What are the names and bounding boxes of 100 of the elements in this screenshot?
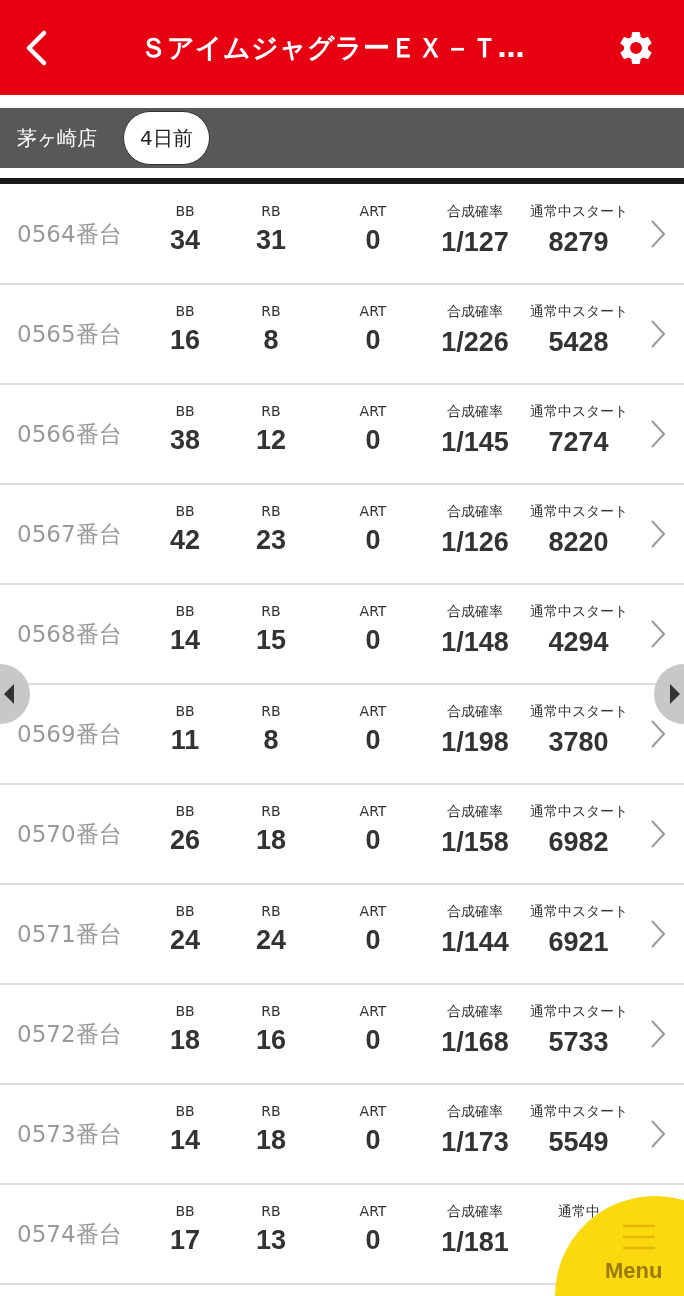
machine-number: 0573番台 <box>16 1119 123 1149</box>
stat-label: BB <box>175 1203 195 1219</box>
stat-value: 0 <box>365 825 381 856</box>
stat-value: 18 <box>255 825 286 856</box>
stat-label: ART <box>359 903 387 919</box>
stat-value: 12 <box>255 425 286 456</box>
machine-number: 0566番台 <box>16 419 123 449</box>
stat-value: 1/144 <box>441 927 509 958</box>
stat-label: ART <box>359 303 387 319</box>
stat-value: 13 <box>255 1225 286 1256</box>
stat-label: 通常中スタート <box>529 703 628 721</box>
stat-value: 0 <box>365 225 381 256</box>
machine-number: 0570番台 <box>16 819 123 849</box>
menu-icon <box>622 1224 656 1250</box>
stat-label: 合成確率 <box>447 1003 503 1021</box>
stat-value: 11 <box>170 725 200 756</box>
stat-label: RB <box>261 1103 281 1119</box>
machine-row[interactable]: 0567番台 BB 42 RB 23 ART 0 合成確率 1/126 通常中スタート 8220 <box>0 485 684 585</box>
stat-label: 通常中 <box>557 1203 600 1221</box>
machine-number: 0568番台 <box>16 619 123 649</box>
stat-label: 合成確率 <box>447 603 503 621</box>
stat-value: 0 <box>365 625 381 656</box>
stat-value: 23 <box>255 525 286 556</box>
machine-row[interactable]: 0571番台 BB 24 RB 24 ART 0 合成確率 1/144 通常中スタート 6921 <box>0 885 684 985</box>
stat-value: 18 <box>255 1125 286 1156</box>
stat-label: 通常中スタート <box>529 603 628 621</box>
stat-label: ART <box>359 1203 387 1219</box>
stat-label: RB <box>261 803 281 819</box>
stat-value: 16 <box>169 325 200 356</box>
stat-value: 1/198 <box>441 727 509 758</box>
stat-label: RB <box>261 1203 281 1219</box>
stat-value: 1/181 <box>441 1227 509 1258</box>
machine-row[interactable]: 0564番台 BB 34 RB 31 ART 0 合成確率 1/127 通常中スタート 8279 <box>0 185 684 285</box>
stat-label: 合成確率 <box>447 1203 503 1221</box>
stat-value: 31 <box>255 225 286 256</box>
stat-value: 8 <box>263 325 279 356</box>
stat-value: 5428 <box>548 327 609 358</box>
stat-label: RB <box>261 503 281 519</box>
stat-label: 合成確率 <box>447 203 503 221</box>
stat-label: RB <box>261 603 281 619</box>
stat-value: 38 <box>169 425 200 456</box>
day-chip[interactable]: 4日前 <box>123 111 210 165</box>
stat-value: 8220 <box>548 527 609 558</box>
stat-value: 42 <box>169 525 200 556</box>
stat-value: 0 <box>365 1125 381 1156</box>
machine-number: 0567番台 <box>16 519 123 549</box>
left-triangle-icon <box>4 684 14 704</box>
machine-number: 0569番台 <box>16 719 123 749</box>
stat-value: 0 <box>365 925 381 956</box>
stat-value: 0 <box>365 425 381 456</box>
stat-label: ART <box>359 603 387 619</box>
machine-number: 0564番台 <box>16 219 123 249</box>
stat-label: 合成確率 <box>447 303 503 321</box>
machine-row[interactable]: 0565番台 BB 16 RB 8 ART 0 合成確率 1/226 通常中スタート 5428 <box>0 285 684 385</box>
stat-label: 通常中スタート <box>529 203 628 221</box>
stat-label: BB <box>175 203 195 219</box>
stat-label: ART <box>359 1103 387 1119</box>
stat-value: 17 <box>169 1225 200 1256</box>
stat-value: 14 <box>169 625 200 656</box>
stat-label: RB <box>261 303 281 319</box>
stat-label: ART <box>359 703 387 719</box>
stat-value: 15 <box>255 625 286 656</box>
stat-label: ART <box>359 803 387 819</box>
stat-value: 18 <box>169 1025 200 1056</box>
machine-row[interactable]: 0566番台 BB 38 RB 12 ART 0 合成確率 1/145 通常中スタート 7274 <box>0 385 684 485</box>
stat-label: 通常中スタート <box>529 503 628 521</box>
machine-number: 0565番台 <box>16 319 123 349</box>
store-name: 茅ヶ崎店 <box>17 124 97 152</box>
stat-value: 5549 <box>548 1127 609 1158</box>
stat-label: RB <box>261 703 281 719</box>
machine-row[interactable]: 0572番台 BB 18 RB 16 ART 0 合成確率 1/168 通常中スタート 5733 <box>0 985 684 1085</box>
stat-value: 24 <box>255 925 286 956</box>
stat-label: 合成確率 <box>447 403 503 421</box>
stat-value: 1/126 <box>441 527 509 558</box>
stat-value: 16 <box>255 1025 286 1056</box>
stat-value: 6982 <box>548 827 609 858</box>
stat-label: 通常中スタート <box>529 803 628 821</box>
stat-value: 24 <box>169 925 200 956</box>
stat-value: 7274 <box>548 427 609 458</box>
stat-label: 通常中スタート <box>529 303 628 321</box>
stat-label: BB <box>175 703 195 719</box>
stat-label: 通常中スタート <box>529 1003 628 1021</box>
stat-label: 通常中スタート <box>529 403 628 421</box>
stat-value: 26 <box>169 825 200 856</box>
back-icon[interactable] <box>24 29 48 66</box>
stat-label: RB <box>261 203 281 219</box>
stat-value: 3780 <box>548 727 609 758</box>
stat-label: ART <box>359 1003 387 1019</box>
machine-row[interactable]: 0573番台 BB 14 RB 18 ART 0 合成確率 1/173 通常中スタート 5549 <box>0 1085 684 1185</box>
stat-label: BB <box>175 1003 195 1019</box>
stat-value: 8279 <box>548 227 609 258</box>
stat-value: 4294 <box>548 627 609 658</box>
stat-label: BB <box>175 903 195 919</box>
stat-label: ART <box>359 203 387 219</box>
right-triangle-icon <box>670 684 680 704</box>
machine-number: 0574番台 <box>16 1219 123 1249</box>
stat-value: 6921 <box>548 927 609 958</box>
stat-label: RB <box>261 903 281 919</box>
machine-row[interactable]: 0570番台 BB 26 RB 18 ART 0 合成確率 1/158 通常中スタート 6982 <box>0 785 684 885</box>
stat-label: RB <box>261 403 281 419</box>
